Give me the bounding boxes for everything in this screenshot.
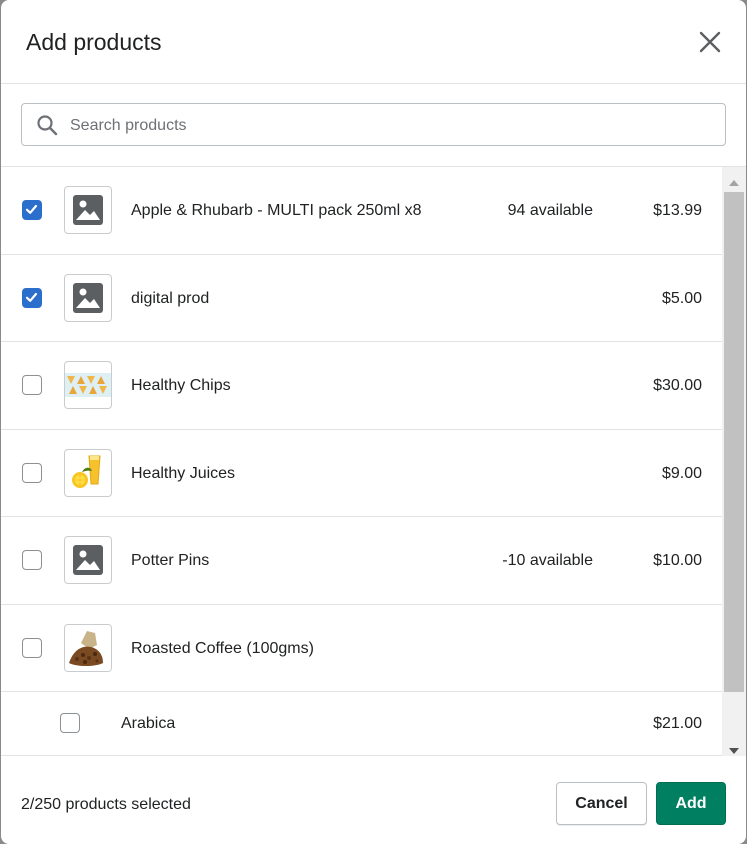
product-checkbox[interactable]	[22, 200, 42, 220]
product-price: $9.00	[661, 464, 702, 482]
product-price: $10.00	[653, 552, 702, 569]
product-row[interactable]: Healthy Juices $9.00	[1, 430, 722, 517]
product-checkbox[interactable]	[22, 462, 42, 483]
search-icon	[36, 114, 58, 136]
variant-checkbox[interactable]	[60, 713, 80, 733]
product-name: Potter Pins	[131, 552, 210, 569]
product-row[interactable]: Apple & Rhubarb - MULTI pack 250ml x8 94…	[1, 167, 722, 255]
chips-photo	[64, 361, 112, 409]
scroll-down-arrow-icon[interactable]	[728, 743, 740, 754]
product-price: $13.99	[653, 202, 702, 219]
product-price: $30.00	[653, 377, 702, 394]
modal-footer: 2/250 products selected Cancel Add	[1, 764, 746, 844]
close-icon[interactable]	[693, 25, 727, 59]
product-name: Healthy Chips	[131, 377, 231, 394]
search-section	[1, 84, 746, 167]
product-availability: -10 available	[502, 552, 593, 569]
product-name: Roasted Coffee (100gms)	[131, 639, 314, 657]
selection-count: 2/250 products selected	[21, 796, 191, 813]
product-row[interactable]: digital prod $5.00	[1, 255, 722, 342]
product-availability: 94 available	[507, 202, 593, 219]
list-scrollbar[interactable]	[722, 167, 746, 756]
search-field[interactable]	[21, 103, 726, 147]
variant-row[interactable]: Arabica $21.00	[1, 692, 722, 755]
image-placeholder-icon	[64, 273, 112, 322]
search-input[interactable]	[68, 104, 712, 147]
product-row[interactable]: Roasted Coffee (100gms)	[1, 605, 722, 692]
coffee-photo	[64, 623, 112, 672]
product-name: Apple & Rhubarb - MULTI pack 250ml x8	[131, 202, 422, 219]
product-row[interactable]: Healthy Chips $30.00	[1, 342, 722, 430]
modal-title: Add products	[26, 29, 162, 55]
image-placeholder-icon	[64, 536, 112, 584]
variant-price: $21.00	[653, 715, 702, 732]
modal-header: Add products	[1, 0, 746, 84]
juice-photo	[64, 448, 112, 497]
product-checkbox[interactable]	[22, 550, 42, 570]
product-name: Healthy Juices	[131, 464, 236, 482]
add-products-modal: Add products Search products Apple & Rhu…	[1, 0, 746, 844]
product-price: $5.00	[661, 289, 702, 307]
image-placeholder-icon	[64, 186, 112, 234]
product-checkbox[interactable]	[22, 637, 42, 658]
product-name: digital prod	[131, 289, 210, 307]
product-checkbox[interactable]	[22, 287, 42, 308]
product-list: Apple & Rhubarb - MULTI pack 250ml x8 94…	[1, 167, 722, 756]
scroll-up-arrow-icon[interactable]	[728, 175, 740, 186]
product-row[interactable]: Potter Pins -10 available $10.00	[1, 517, 722, 605]
cancel-button[interactable]: Cancel	[556, 782, 647, 825]
product-checkbox[interactable]	[22, 375, 42, 395]
add-button[interactable]: Add	[656, 782, 726, 825]
variant-name: Arabica	[121, 715, 176, 732]
scrollbar-thumb[interactable]	[724, 192, 744, 692]
